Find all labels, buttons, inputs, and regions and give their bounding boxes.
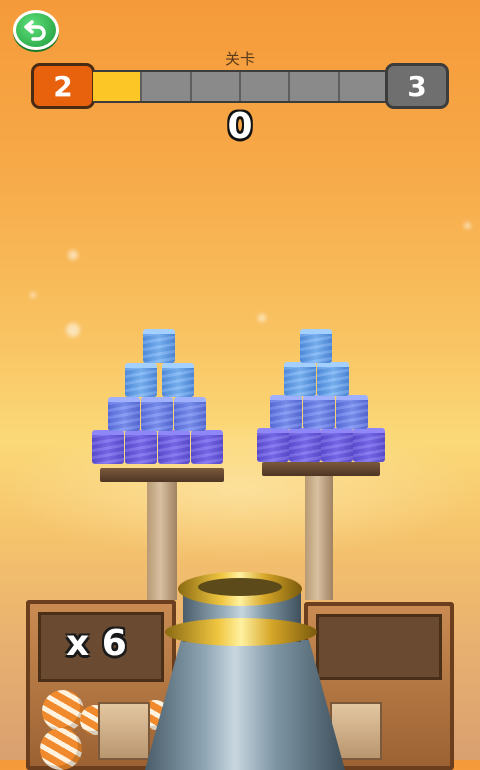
target-can[interactable] [284,362,316,396]
target-can[interactable] [353,428,385,462]
target-can[interactable] [108,397,140,431]
target-can[interactable] [125,430,157,464]
target-can[interactable] [303,395,335,429]
progress-segment [142,72,192,101]
target-can[interactable] [162,363,194,397]
left-tower-pole [147,480,177,600]
target-can[interactable] [174,397,206,431]
back-button[interactable] [13,10,59,50]
ammo-counter: x 6 [66,623,127,664]
sparkle [66,323,80,337]
target-can[interactable] [158,430,190,464]
score-counter: 0 [227,106,253,147]
target-can[interactable] [257,428,289,462]
undo-arrow-icon [24,20,46,41]
sparkle [258,314,266,322]
sparkle [464,222,471,229]
cannon-stand-left [98,702,150,760]
progress-segment [241,72,291,101]
progress-segment [340,72,387,101]
target-can[interactable] [92,430,124,464]
target-can[interactable] [270,395,302,429]
target-can[interactable] [321,428,353,462]
target-can[interactable] [300,329,332,363]
right-tower-pole [305,474,333,600]
progress-segment [93,72,143,101]
cannon-muzzle [198,578,282,596]
target-can[interactable] [191,430,223,464]
horizon-glow [0,420,480,560]
cannonball [42,690,84,732]
next-level-badge: 3 [385,63,449,109]
current-level-badge: 2 [31,63,95,109]
target-can[interactable] [317,362,349,396]
target-can[interactable] [143,329,175,363]
cannonball [40,728,82,770]
target-can[interactable] [125,363,157,397]
cannon-ring-lower [165,618,317,646]
progress-segment [192,72,241,101]
right-tower-platform [262,462,380,476]
level-progress-bar [93,70,387,103]
progress-segment [290,72,340,101]
sparkle [68,250,78,260]
sparkle [30,292,36,298]
target-can[interactable] [289,428,321,462]
target-can[interactable] [141,397,173,431]
ammo-crate-panel [316,614,442,680]
left-tower-platform [100,468,224,482]
target-can[interactable] [336,395,368,429]
